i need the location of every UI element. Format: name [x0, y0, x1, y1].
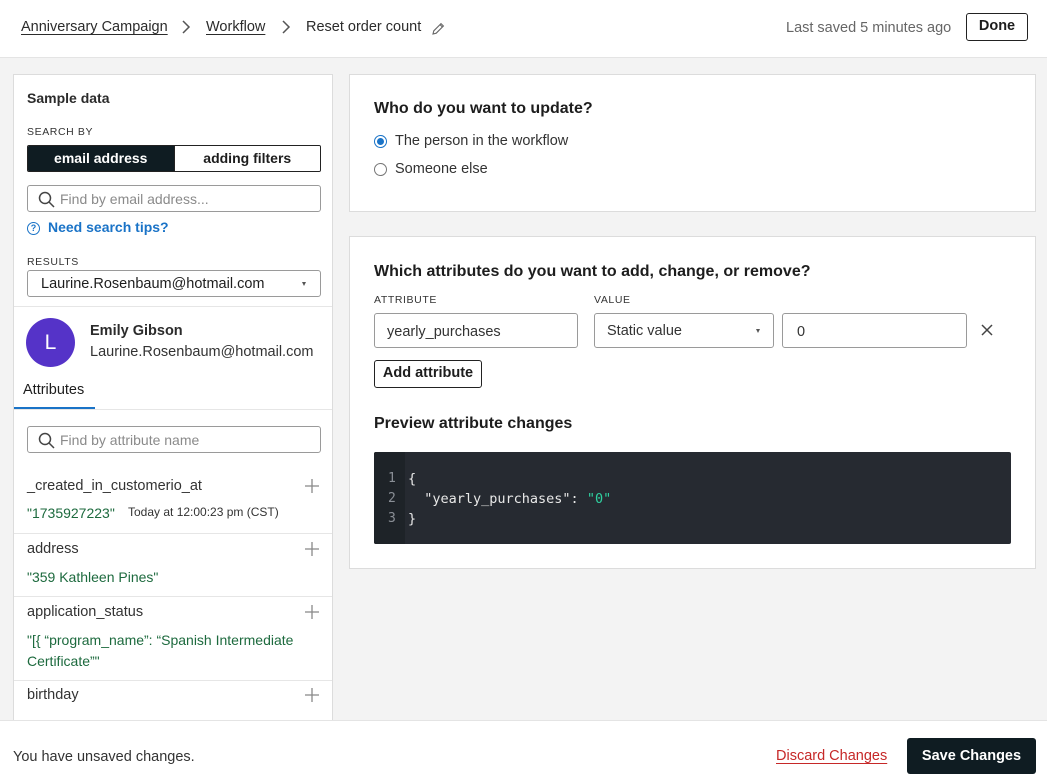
- plus-icon[interactable]: [304, 604, 320, 620]
- tab-attributes[interactable]: Attributes: [23, 382, 84, 398]
- divider: [14, 533, 332, 534]
- last-saved-status: Last saved 5 minutes ago: [786, 20, 952, 36]
- divider: [14, 596, 332, 597]
- search-by-label: SEARCH BY: [27, 126, 94, 138]
- discard-changes-link[interactable]: Discard Changes: [776, 748, 887, 764]
- attribute-timestamp: Today at 12:00:23 pm (CST): [128, 505, 279, 519]
- attribute-value: "[{ “program_name”: “Spanish Intermediat…: [27, 632, 294, 669]
- results-selected-value: Laurine.Rosenbaum@hotmail.com: [41, 276, 265, 292]
- chevron-down-icon: [302, 282, 306, 286]
- who-update-title: Who do you want to update?: [374, 100, 593, 117]
- attribute-changes-title: Which attributes do you want to add, cha…: [374, 263, 811, 280]
- code-string: "0": [586, 491, 612, 507]
- preview-code-block: 1 { 2 "yearly_purchases": "0" 3 }: [374, 452, 1011, 544]
- radio-person-in-workflow[interactable]: [374, 135, 387, 148]
- save-changes-button[interactable]: Save Changes: [907, 738, 1036, 774]
- attribute-name: _created_in_customerio_at: [27, 478, 202, 494]
- search-tips-label: Need search tips?: [48, 219, 169, 235]
- attribute-name: birthday: [27, 687, 79, 703]
- divider: [14, 409, 332, 410]
- attribute-search-input[interactable]: Find by attribute name: [27, 426, 321, 453]
- radio-label[interactable]: Someone else: [395, 161, 488, 177]
- top-bar: Anniversary Campaign Workflow Reset orde…: [0, 0, 1047, 58]
- email-search-placeholder: Find by email address...: [60, 191, 209, 207]
- value-column-label: VALUE: [594, 294, 631, 306]
- divider: [14, 306, 332, 307]
- who-update-card: Who do you want to update? The person in…: [349, 74, 1036, 212]
- list-item: _created_in_customerio_at "1735927223" T…: [14, 475, 332, 533]
- results-label: RESULTS: [27, 256, 79, 268]
- attribute-search-placeholder: Find by attribute name: [60, 432, 200, 448]
- attribute-name-value: yearly_purchases: [387, 324, 501, 340]
- search-mode-email[interactable]: email address: [28, 146, 174, 171]
- radio-label[interactable]: The person in the workflow: [395, 133, 568, 149]
- attribute-value: "359 Kathleen Pines": [27, 569, 159, 585]
- list-item: application_status "[{ “program_name”: “…: [14, 604, 332, 679]
- add-attribute-button[interactable]: Add attribute: [374, 360, 482, 388]
- value-type-select[interactable]: Static value: [594, 313, 774, 348]
- search-tips-link[interactable]: ? Need search tips?: [27, 219, 169, 235]
- preview-title: Preview attribute changes: [374, 415, 573, 432]
- code-line: {: [408, 471, 417, 487]
- done-button[interactable]: Done: [966, 13, 1028, 41]
- footer-bar: You have unsaved changes. Discard Change…: [0, 720, 1047, 783]
- breadcrumb-campaign-link[interactable]: Anniversary Campaign: [21, 19, 168, 35]
- attribute-name: address: [27, 541, 79, 557]
- attribute-name: application_status: [27, 604, 144, 620]
- divider: [14, 680, 332, 681]
- line-number: 2: [388, 491, 396, 506]
- search-mode-toggle: email address adding filters: [27, 145, 321, 172]
- value-input[interactable]: 0: [782, 313, 967, 348]
- person-email: Laurine.Rosenbaum@hotmail.com: [90, 344, 314, 360]
- code-line: }: [408, 511, 417, 527]
- sample-data-title: Sample data: [27, 90, 110, 106]
- search-icon: [38, 432, 55, 449]
- plus-icon[interactable]: [304, 541, 320, 557]
- search-icon: [38, 191, 55, 208]
- page-title: Reset order count: [306, 19, 422, 35]
- person-name: Emily Gibson: [90, 323, 183, 339]
- attribute-name-input[interactable]: yearly_purchases: [374, 313, 578, 348]
- results-select[interactable]: Laurine.Rosenbaum@hotmail.com: [27, 270, 321, 297]
- unsaved-changes-message: You have unsaved changes.: [13, 749, 195, 765]
- close-icon[interactable]: [980, 323, 994, 337]
- chevron-right-icon: [282, 20, 291, 34]
- attribute-changes-card: Which attributes do you want to add, cha…: [349, 236, 1036, 569]
- pencil-edit-icon[interactable]: [432, 22, 445, 35]
- line-number: 3: [388, 511, 396, 526]
- radio-someone-else[interactable]: [374, 163, 387, 176]
- search-mode-filters[interactable]: adding filters: [173, 146, 320, 171]
- question-icon: ?: [27, 222, 40, 235]
- avatar: L: [26, 318, 75, 367]
- value-input-value: 0: [797, 324, 806, 340]
- email-search-input[interactable]: Find by email address...: [27, 185, 321, 212]
- line-number: 1: [388, 471, 396, 486]
- list-item: birthday: [14, 687, 332, 720]
- code-key: "yearly_purchases":: [408, 491, 587, 507]
- sample-data-panel: Sample data SEARCH BY email address addi…: [13, 74, 333, 720]
- chevron-down-icon: [756, 329, 760, 333]
- plus-icon[interactable]: [304, 478, 320, 494]
- attribute-column-label: ATTRIBUTE: [374, 294, 437, 306]
- value-type-selected: Static value: [607, 323, 682, 339]
- chevron-right-icon: [182, 20, 191, 34]
- code-line: "yearly_purchases": "0": [408, 491, 611, 507]
- plus-icon[interactable]: [304, 687, 320, 703]
- breadcrumb-workflow-link[interactable]: Workflow: [206, 19, 265, 35]
- list-item: address "359 Kathleen Pines": [14, 541, 332, 596]
